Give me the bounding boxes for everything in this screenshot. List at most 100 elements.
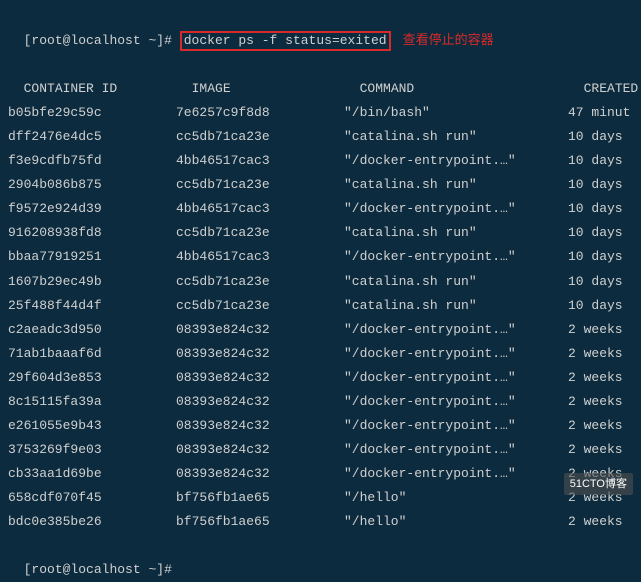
table-row: cb33aa1d69be08393e824c32"/docker-entrypo… xyxy=(8,462,633,486)
cell-image: cc5db71ca23e xyxy=(176,125,344,149)
cell-created: 10 days xyxy=(568,294,623,318)
cell-container-id: 2904b086b875 xyxy=(8,173,176,197)
cell-created: 2 weeks xyxy=(568,510,623,534)
prompt-hash: # xyxy=(164,33,172,48)
table-row: 8c15115fa39a08393e824c32"/docker-entrypo… xyxy=(8,390,633,414)
table-row: 29f604d3e85308393e824c32"/docker-entrypo… xyxy=(8,366,633,390)
cell-image: cc5db71ca23e xyxy=(176,221,344,245)
cell-command: "/hello" xyxy=(344,510,568,534)
table-row: 25f488f44d4fcc5db71ca23e"catalina.sh run… xyxy=(8,294,633,318)
cell-image: bf756fb1ae65 xyxy=(176,510,344,534)
cell-image: 08393e824c32 xyxy=(176,318,344,342)
cell-command: "/docker-entrypoint.…" xyxy=(344,366,568,390)
cell-container-id: e261055e9b43 xyxy=(8,414,176,438)
cell-created: 47 minut xyxy=(568,101,630,125)
cell-command: "catalina.sh run" xyxy=(344,173,568,197)
table-row: b05bfe29c59c7e6257c9f8d8"/bin/bash"47 mi… xyxy=(8,101,633,125)
cell-command: "/docker-entrypoint.…" xyxy=(344,245,568,269)
cell-command: "/docker-entrypoint.…" xyxy=(344,197,568,221)
cell-container-id: c2aeadc3d950 xyxy=(8,318,176,342)
prompt-close-bracket: ] xyxy=(156,33,164,48)
prompt-hash: # xyxy=(164,562,172,577)
cell-command: "/docker-entrypoint.…" xyxy=(344,462,568,486)
cell-container-id: f9572e924d39 xyxy=(8,197,176,221)
cell-container-id: bdc0e385be26 xyxy=(8,510,176,534)
table-row: 71ab1baaaf6d08393e824c32"/docker-entrypo… xyxy=(8,342,633,366)
cell-image: cc5db71ca23e xyxy=(176,173,344,197)
cell-image: 4bb46517cac3 xyxy=(176,197,344,221)
cell-container-id: f3e9cdfb75fd xyxy=(8,149,176,173)
cell-image: 4bb46517cac3 xyxy=(176,245,344,269)
prompt-open-bracket: [ xyxy=(24,562,32,577)
table-row: 1607b29ec49bcc5db71ca23e"catalina.sh run… xyxy=(8,270,633,294)
table-row: 658cdf070f45bf756fb1ae65"/hello"2 weeks xyxy=(8,486,633,510)
cell-container-id: 71ab1baaaf6d xyxy=(8,342,176,366)
cell-container-id: 8c15115fa39a xyxy=(8,390,176,414)
cell-command: "/docker-entrypoint.…" xyxy=(344,342,568,366)
cell-command: "catalina.sh run" xyxy=(344,125,568,149)
cell-image: 08393e824c32 xyxy=(176,438,344,462)
cell-container-id: 29f604d3e853 xyxy=(8,366,176,390)
prompt-line-2[interactable]: [root@localhost ~]# xyxy=(8,534,633,582)
watermark-badge: 51CTO博客 xyxy=(564,473,633,495)
cell-created: 10 days xyxy=(568,125,623,149)
prompt-at: @ xyxy=(63,562,71,577)
prompt-close-bracket: ] xyxy=(156,562,164,577)
table-row: 2904b086b875cc5db71ca23e"catalina.sh run… xyxy=(8,173,633,197)
cell-created: 2 weeks xyxy=(568,342,623,366)
table-row: bdc0e385be26bf756fb1ae65"/hello"2 weeks xyxy=(8,510,633,534)
cell-container-id: 916208938fd8 xyxy=(8,221,176,245)
cell-command: "catalina.sh run" xyxy=(344,221,568,245)
cell-container-id: 25f488f44d4f xyxy=(8,294,176,318)
cell-container-id: dff2476e4dc5 xyxy=(8,125,176,149)
cell-created: 2 weeks xyxy=(568,318,623,342)
cell-command: "catalina.sh run" xyxy=(344,270,568,294)
cell-image: 08393e824c32 xyxy=(176,414,344,438)
table-row: 3753269f9e0308393e824c32"/docker-entrypo… xyxy=(8,438,633,462)
cell-image: 7e6257c9f8d8 xyxy=(176,101,344,125)
command-text: docker ps -f status=exited xyxy=(184,33,387,48)
cell-created: 10 days xyxy=(568,245,623,269)
table-row: bbaa779192514bb46517cac3"/docker-entrypo… xyxy=(8,245,633,269)
cell-container-id: cb33aa1d69be xyxy=(8,462,176,486)
cell-command: "/hello" xyxy=(344,486,568,510)
cell-command: "catalina.sh run" xyxy=(344,294,568,318)
prompt-line-1[interactable]: [root@localhost ~]# docker ps -f status=… xyxy=(8,4,633,53)
command-highlight-box: docker ps -f status=exited xyxy=(180,31,391,51)
prompt-user: root xyxy=(31,562,62,577)
header-created: CREATED xyxy=(584,77,639,101)
cell-command: "/docker-entrypoint.…" xyxy=(344,390,568,414)
table-row: c2aeadc3d95008393e824c32"/docker-entrypo… xyxy=(8,318,633,342)
cell-image: 4bb46517cac3 xyxy=(176,149,344,173)
table-row: e261055e9b4308393e824c32"/docker-entrypo… xyxy=(8,414,633,438)
table-row: f3e9cdfb75fd4bb46517cac3"/docker-entrypo… xyxy=(8,149,633,173)
cell-created: 10 days xyxy=(568,197,623,221)
cell-created: 2 weeks xyxy=(568,390,623,414)
cell-image: cc5db71ca23e xyxy=(176,270,344,294)
cell-image: 08393e824c32 xyxy=(176,462,344,486)
table-row: 916208938fd8cc5db71ca23e"catalina.sh run… xyxy=(8,221,633,245)
prompt-path: ~ xyxy=(148,562,156,577)
cell-image: cc5db71ca23e xyxy=(176,294,344,318)
cell-created: 2 weeks xyxy=(568,438,623,462)
cell-image: 08393e824c32 xyxy=(176,366,344,390)
table-row: dff2476e4dc5cc5db71ca23e"catalina.sh run… xyxy=(8,125,633,149)
cell-container-id: b05bfe29c59c xyxy=(8,101,176,125)
cell-image: 08393e824c32 xyxy=(176,390,344,414)
prompt-user: root xyxy=(31,33,62,48)
cell-container-id: 658cdf070f45 xyxy=(8,486,176,510)
cell-container-id: 3753269f9e03 xyxy=(8,438,176,462)
prompt-space xyxy=(141,562,149,577)
prompt-host: localhost xyxy=(70,33,140,48)
prompt-host: localhost xyxy=(70,562,140,577)
cell-created: 10 days xyxy=(568,270,623,294)
header-container-id: CONTAINER ID xyxy=(24,77,192,101)
cell-command: "/docker-entrypoint.…" xyxy=(344,318,568,342)
header-image: IMAGE xyxy=(192,77,360,101)
cell-created: 2 weeks xyxy=(568,366,623,390)
cell-container-id: 1607b29ec49b xyxy=(8,270,176,294)
cell-image: 08393e824c32 xyxy=(176,342,344,366)
annotation-text: 查看停止的容器 xyxy=(403,32,494,47)
table-row: f9572e924d394bb46517cac3"/docker-entrypo… xyxy=(8,197,633,221)
cell-container-id: bbaa77919251 xyxy=(8,245,176,269)
